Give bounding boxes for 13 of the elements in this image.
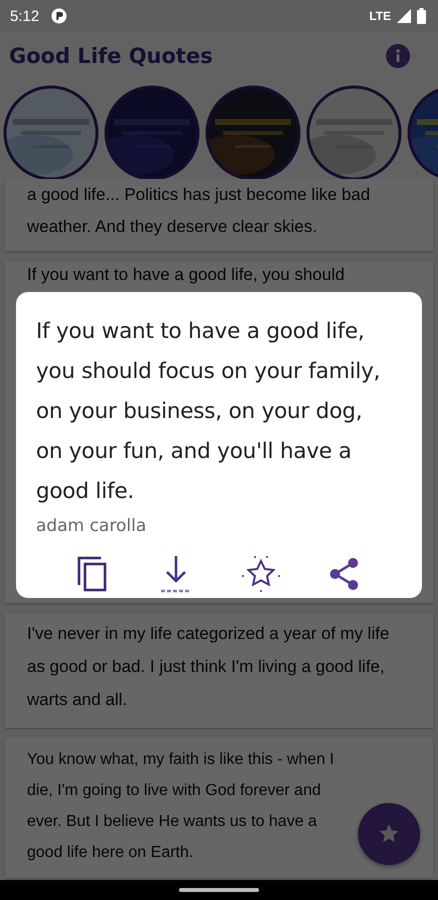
- battery-icon: [417, 8, 426, 24]
- app-title: Good Life Quotes: [9, 44, 213, 68]
- network-label: LTE: [369, 9, 391, 23]
- status-time: 5:12: [10, 8, 40, 24]
- signal-icon: [397, 9, 411, 23]
- info-icon[interactable]: [386, 44, 410, 68]
- quote-text: If you want to have a good life, you should: [27, 264, 346, 286]
- quote-text: I've never in my life categorized a year of my life as good or bad. I just think I'm living a good life, warts and all.: [27, 623, 390, 711]
- quote-text: You know what, my faith is like this - when I die, I'm going to live with God forever and ever. But I believe He wants us to have a good life here on Earth.: [27, 750, 336, 863]
- quote-author: adam carolla: [36, 516, 148, 536]
- notification-icon: [51, 8, 68, 24]
- dialog-quote: If you want to have a good life, you should focus on your family, on your business, on your dog, on your fun, and you'll have a good life.: [36, 318, 381, 506]
- quote-text: a good life... Politics has just become like bad weather. And they deserve clear skies.: [27, 184, 372, 238]
